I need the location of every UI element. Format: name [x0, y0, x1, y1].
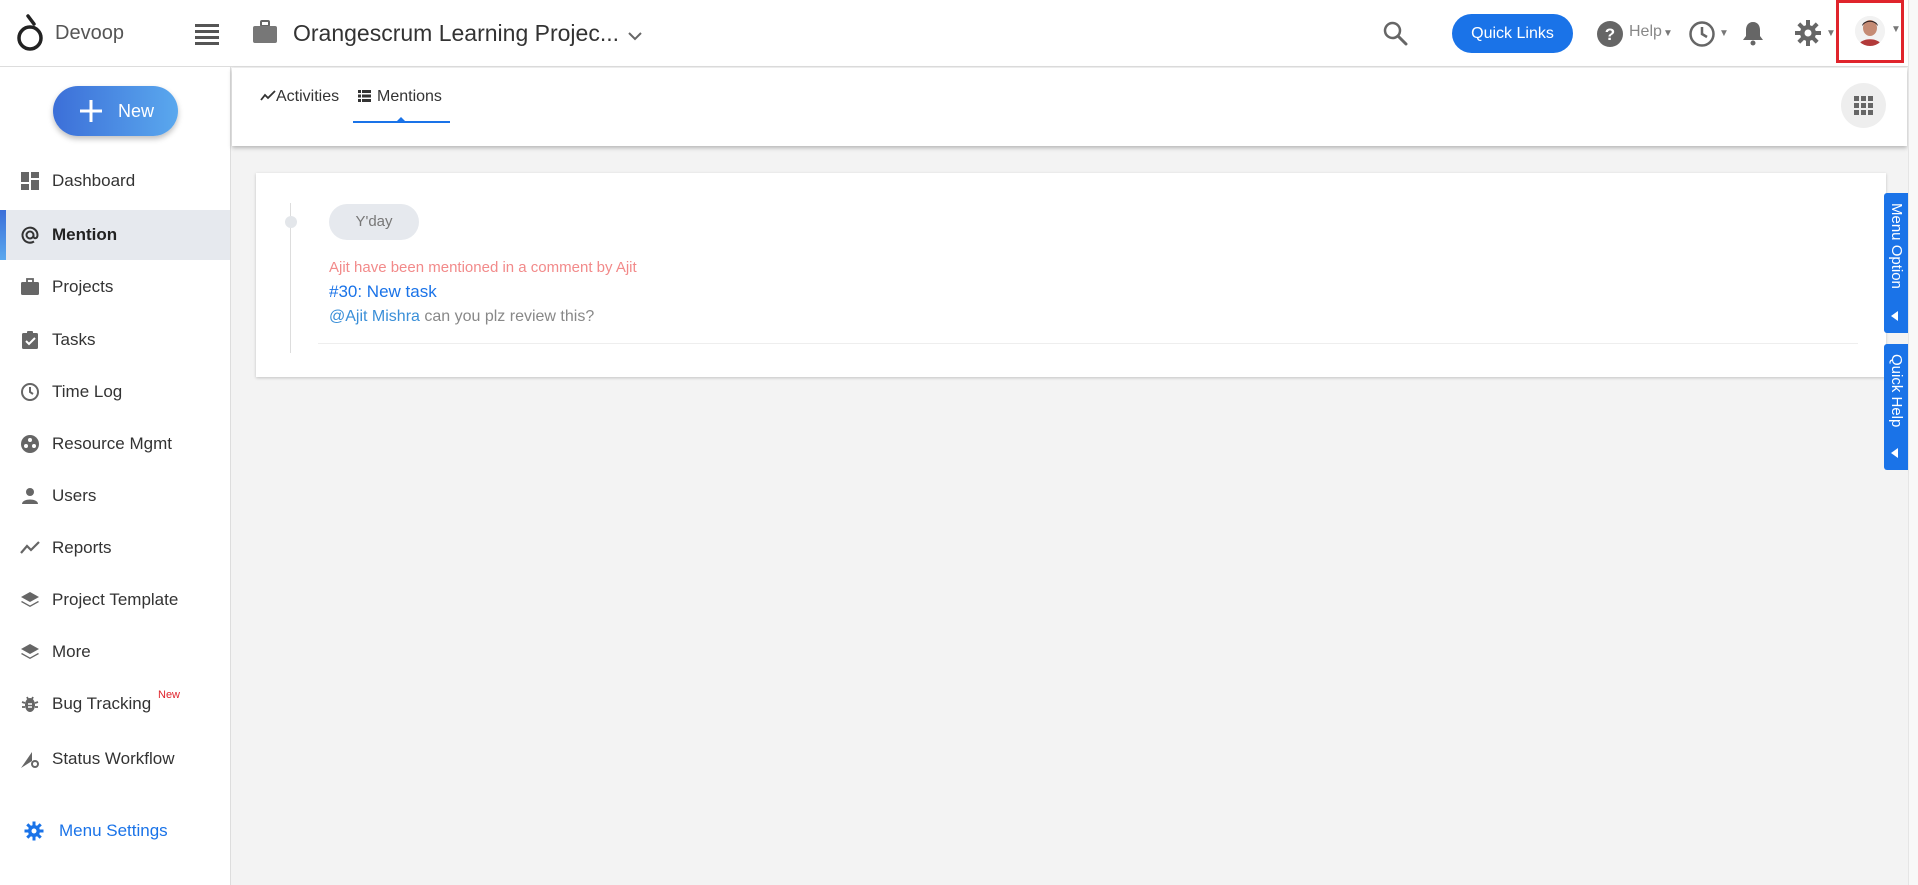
- task-link[interactable]: #30: New task: [329, 282, 437, 302]
- help-caret-icon[interactable]: ▼: [1663, 28, 1673, 39]
- quick-help-tab[interactable]: Quick Help: [1884, 344, 1908, 470]
- sidebar-item-label: Mention: [52, 225, 118, 244]
- menu-option-tab[interactable]: Menu Option: [1884, 193, 1908, 333]
- user-avatar-button[interactable]: ▼: [1836, 0, 1904, 63]
- search-icon[interactable]: [1382, 20, 1408, 46]
- timeline-dot: [285, 216, 297, 228]
- chevron-down-icon[interactable]: [627, 28, 643, 44]
- clock-icon[interactable]: [1688, 20, 1716, 48]
- active-tab-notch: [396, 117, 406, 122]
- sidebar: New Dashboard Mention Projects Tasks Tim…: [0, 67, 231, 885]
- project-title[interactable]: Orangescrum Learning Projec...: [293, 20, 619, 47]
- tab-label: Activities: [276, 88, 340, 105]
- settings-gear-icon[interactable]: [1794, 19, 1822, 47]
- sidebar-item-label: Bug Tracking: [52, 694, 152, 713]
- list-icon: [358, 90, 371, 102]
- sidebar-item-bug-tracking[interactable]: Bug Tracking New: [0, 679, 230, 729]
- tab-bar: Activities Mentions: [232, 68, 1907, 146]
- sidebar-item-more[interactable]: More: [0, 627, 230, 677]
- comment-body: can you plz review this?: [419, 308, 595, 325]
- apps-grid-button[interactable]: [1841, 83, 1886, 128]
- sidebar-item-label: Reports: [52, 538, 112, 557]
- menu-option-label: Menu Option: [1888, 203, 1905, 289]
- new-button-label: New: [118, 101, 155, 121]
- sidebar-item-resource-mgmt[interactable]: Resource Mgmt: [0, 419, 230, 469]
- comment-text: @Ajit Mishra can you plz review this?: [329, 308, 594, 326]
- mentions-card: Y'day Ajit have been mentioned in a comm…: [256, 173, 1886, 377]
- bell-icon[interactable]: [1741, 20, 1765, 46]
- svg-text:?: ?: [1605, 25, 1615, 44]
- caret-left-icon: [1891, 448, 1898, 458]
- date-badge: Y'day: [329, 204, 419, 240]
- user-icon: [22, 488, 38, 504]
- avatar-caret-icon[interactable]: ▼: [1891, 24, 1901, 35]
- quick-links-button[interactable]: Quick Links: [1452, 14, 1573, 53]
- sidebar-item-label: Dashboard: [52, 171, 136, 190]
- top-header: Devoop Orangescrum Learning Projec... Qu…: [0, 0, 1918, 67]
- activity-line-icon: [260, 90, 276, 101]
- new-button[interactable]: New: [53, 86, 178, 136]
- menu-settings-link[interactable]: Menu Settings: [0, 806, 230, 856]
- sidebar-item-reports[interactable]: Reports: [0, 523, 230, 573]
- sidebar-item-label: Resource Mgmt: [52, 434, 172, 453]
- tab-label: Mentions: [377, 88, 442, 105]
- divider: [318, 343, 1858, 344]
- quick-help-label: Quick Help: [1888, 354, 1905, 428]
- sidebar-item-projects[interactable]: Projects: [0, 262, 230, 312]
- resource-icon: [21, 435, 39, 453]
- settings-caret-icon[interactable]: ▼: [1826, 28, 1836, 39]
- sidebar-item-time-log[interactable]: Time Log: [0, 367, 230, 417]
- clipboard-check-icon: [22, 331, 38, 349]
- sidebar-item-label: More: [52, 642, 91, 661]
- help-icon[interactable]: ?: [1596, 20, 1624, 48]
- hamburger-menu-icon[interactable]: [195, 24, 219, 45]
- devoop-logo-icon[interactable]: [14, 14, 46, 52]
- sidebar-item-mention[interactable]: Mention: [0, 210, 230, 260]
- mentioned-user-link[interactable]: @Ajit Mishra: [329, 308, 420, 325]
- bug-icon: [21, 696, 39, 712]
- user-photo-icon: [1855, 16, 1885, 46]
- sidebar-item-status-workflow[interactable]: Status Workflow: [0, 734, 230, 784]
- layers-icon: [21, 644, 39, 659]
- chart-line-icon: [20, 541, 40, 554]
- gear-icon: [24, 821, 44, 841]
- apps-grid-icon: [1854, 96, 1873, 115]
- new-badge: New: [158, 689, 181, 701]
- sidebar-item-project-template[interactable]: Project Template: [0, 575, 230, 625]
- project-briefcase-icon: [253, 20, 277, 43]
- layers-icon: [21, 592, 39, 607]
- clock-caret-icon[interactable]: ▼: [1719, 28, 1729, 39]
- sidebar-item-users[interactable]: Users: [0, 471, 230, 521]
- dashboard-icon: [21, 172, 39, 190]
- menu-settings-label: Menu Settings: [59, 821, 168, 840]
- sidebar-item-label: Tasks: [52, 330, 96, 349]
- sidebar-item-label: Status Workflow: [52, 749, 175, 768]
- sidebar-item-label: Time Log: [52, 382, 123, 401]
- mention-heading: Ajit have been mentioned in a comment by…: [329, 259, 637, 276]
- sidebar-item-label: Projects: [52, 277, 114, 296]
- brand-name: Devoop: [55, 22, 124, 44]
- sidebar-item-label: Users: [52, 486, 97, 505]
- sidebar-item-tasks[interactable]: Tasks: [0, 315, 230, 365]
- help-label[interactable]: Help: [1629, 23, 1662, 41]
- page-scrollbar[interactable]: [1908, 0, 1918, 885]
- caret-left-icon: [1891, 311, 1898, 321]
- tab-activities[interactable]: Activities: [260, 86, 350, 122]
- at-icon: [21, 226, 39, 244]
- workflow-icon: [21, 752, 39, 768]
- briefcase-icon: [21, 278, 39, 295]
- sidebar-item-label: Project Template: [52, 590, 179, 609]
- sidebar-item-dashboard[interactable]: Dashboard: [0, 156, 230, 206]
- avatar[interactable]: [1855, 16, 1885, 46]
- clock-icon: [21, 383, 39, 401]
- plus-icon: [80, 100, 102, 122]
